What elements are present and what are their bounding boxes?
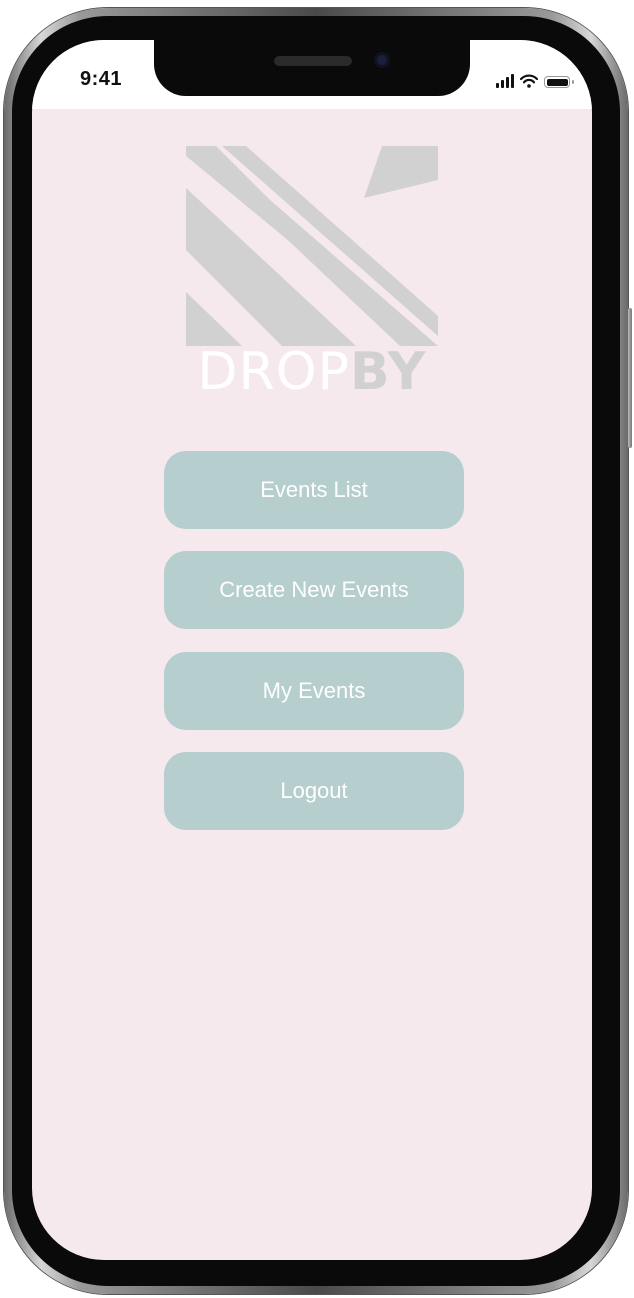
logout-button[interactable]: Logout	[164, 752, 464, 830]
logo-mark	[186, 146, 438, 346]
status-time: 9:41	[80, 68, 123, 90]
status-icons	[496, 70, 574, 88]
battery-icon	[544, 76, 574, 88]
speaker-grille	[274, 56, 352, 66]
my-events-button[interactable]: My Events	[164, 652, 464, 730]
signal-icon	[496, 74, 514, 88]
events-list-button[interactable]: Events List	[164, 451, 464, 529]
logo-word-by: BY	[350, 342, 427, 402]
logo-wordmark: DROPBY	[186, 342, 438, 402]
logo-word-drop: DROP	[197, 342, 350, 402]
status-bar: 9:41	[32, 40, 592, 109]
notch	[154, 40, 470, 96]
side-button	[628, 308, 632, 448]
wifi-icon	[520, 74, 538, 88]
create-new-events-button[interactable]: Create New Events	[164, 551, 464, 629]
front-camera	[374, 52, 390, 68]
app-screen: 9:41 DROPBY Events List Create New Event…	[32, 40, 592, 1260]
dropby-logo: DROPBY	[186, 146, 438, 402]
